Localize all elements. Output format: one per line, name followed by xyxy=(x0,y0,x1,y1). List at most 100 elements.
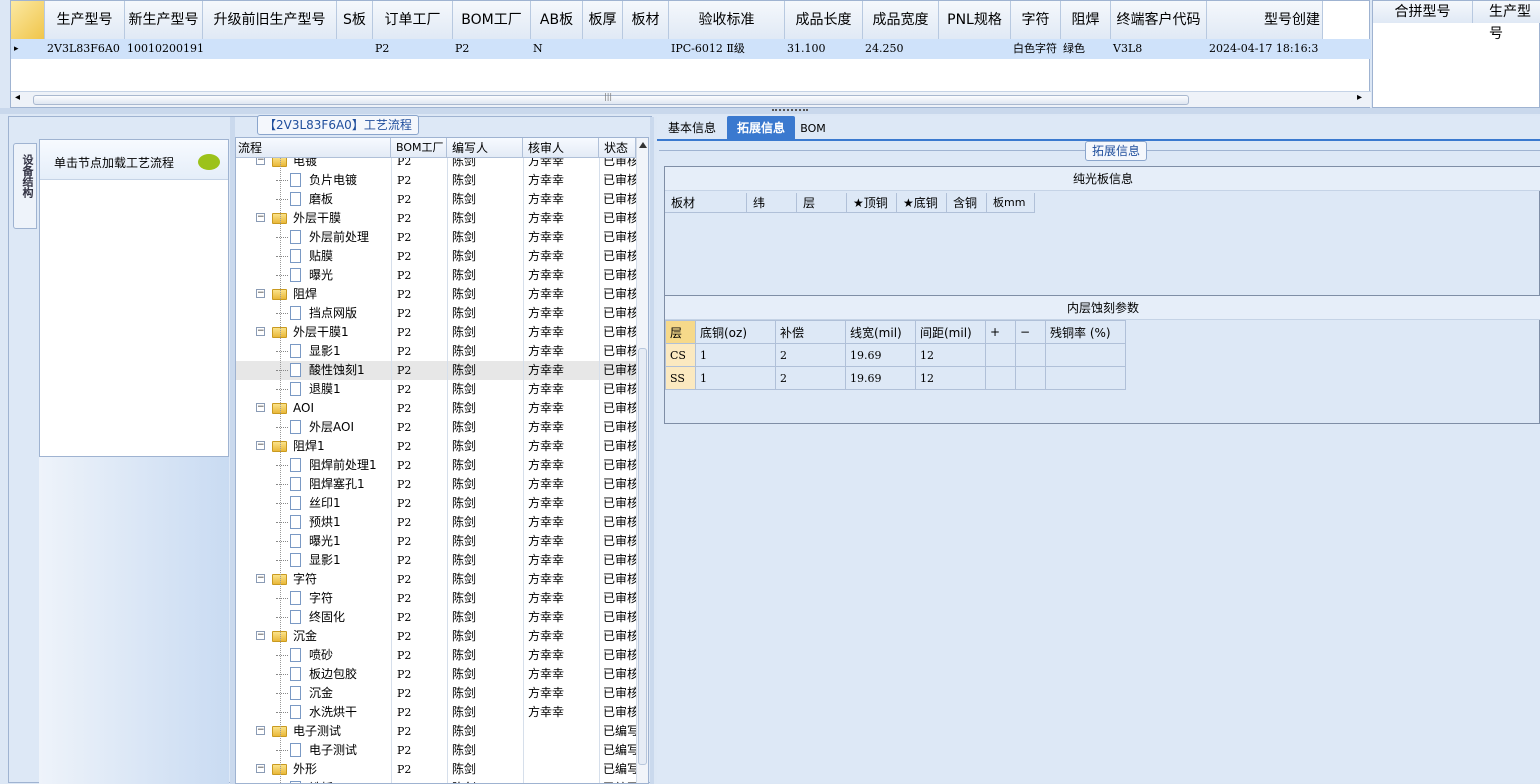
grid-cell-6[interactable]: N xyxy=(531,39,583,59)
collapse-toggle[interactable]: − xyxy=(256,631,265,640)
tree-row[interactable]: 显影1 P2 陈剑 方幸幸 已审核 xyxy=(236,551,636,570)
tree-header-4[interactable]: 状态 xyxy=(599,138,636,158)
grid-cell-8[interactable] xyxy=(623,39,669,59)
inner-cell-7[interactable] xyxy=(1045,343,1126,367)
inner-header-6[interactable]: − xyxy=(1015,320,1046,344)
grid-cell-12[interactable] xyxy=(939,39,1011,59)
grid-header-15[interactable]: 终端客户代码 xyxy=(1111,1,1207,39)
grid-cell-13[interactable]: 白色字符 xyxy=(1011,39,1061,59)
tree-row[interactable]: 喷砂 P2 陈剑 方幸幸 已审核 xyxy=(236,646,636,665)
grid-header-6[interactable]: AB板 xyxy=(531,1,583,39)
tree-vscroll[interactable] xyxy=(636,138,648,783)
tree-row[interactable]: 外层AOI P2 陈剑 方幸幸 已审核 xyxy=(236,418,636,437)
tree-row[interactable]: 终固化 P2 陈剑 方幸幸 已审核 xyxy=(236,608,636,627)
tree-row[interactable]: − 电子测试 P2 陈剑 已编写 xyxy=(236,722,636,741)
tree-row[interactable]: 挡点网版 P2 陈剑 方幸幸 已审核 xyxy=(236,304,636,323)
grid-header-12[interactable]: PNL规格 xyxy=(939,1,1011,39)
tree-row[interactable]: 沉金 P2 陈剑 方幸幸 已审核 xyxy=(236,684,636,703)
merge-header-1[interactable]: 生产型号 xyxy=(1473,1,1540,42)
grid-header-3[interactable]: S板 xyxy=(337,1,373,39)
tree-row[interactable]: − 外层干膜1 P2 陈剑 方幸幸 已审核 xyxy=(236,323,636,342)
tree-row[interactable]: 水洗烘干 P2 陈剑 方幸幸 已审核 xyxy=(236,703,636,722)
load-header[interactable]: 单击节点加载工艺流程 xyxy=(40,140,228,180)
grid-cell-3[interactable] xyxy=(337,39,373,59)
speech-bubble-icon[interactable] xyxy=(198,154,220,170)
inner-cell-4[interactable]: 12 xyxy=(915,366,986,390)
grid-header-13[interactable]: 字符 xyxy=(1011,1,1061,39)
grid-cell-15[interactable]: V3L8 xyxy=(1111,39,1207,59)
inner-cell-1[interactable]: 1 xyxy=(695,366,776,390)
grid-header-2[interactable]: 升级前旧生产型号 xyxy=(203,1,337,39)
collapse-toggle[interactable]: − xyxy=(256,574,265,583)
tab-1[interactable]: 拓展信息 xyxy=(727,116,795,141)
inner-cell-1[interactable]: 1 xyxy=(695,343,776,367)
tree-row[interactable]: 贴膜 P2 陈剑 方幸幸 已审核 xyxy=(236,247,636,266)
tree-row[interactable]: − AOI P2 陈剑 方幸幸 已审核 xyxy=(236,399,636,418)
grid-header-11[interactable]: 成品宽度 xyxy=(863,1,939,39)
grid-cell-0[interactable]: 2V3L83F6A0 xyxy=(45,39,125,59)
collapse-toggle[interactable]: − xyxy=(256,726,265,735)
tree-row[interactable]: − 外形 P2 陈剑 已编写 xyxy=(236,760,636,779)
tree-row[interactable]: 预烘1 P2 陈剑 方幸幸 已审核 xyxy=(236,513,636,532)
inner-cell-3[interactable]: 19.69 xyxy=(845,343,916,367)
collapse-toggle[interactable]: − xyxy=(256,158,265,165)
inner-row[interactable]: CS 1 2 19.69 12 xyxy=(665,343,1126,367)
grid-header-16[interactable]: 型号创建 xyxy=(1207,1,1323,39)
side-tab-equipment[interactable]: 设备结构 xyxy=(13,143,37,229)
inner-cell-2[interactable]: 2 xyxy=(775,366,846,390)
horizontal-scrollbar[interactable]: ◂ ||| ▸ xyxy=(11,91,1371,107)
tree-header-0[interactable]: 流程 xyxy=(236,138,391,158)
tree-row[interactable]: 铣板 P2 陈剑 已编写 xyxy=(236,779,636,783)
grid-cell-4[interactable]: P2 xyxy=(373,39,453,59)
inner-header-3[interactable]: 线宽(mil) xyxy=(845,320,916,344)
inner-header-0[interactable]: 层 xyxy=(665,320,696,344)
grid-cell-7[interactable] xyxy=(583,39,623,59)
plain-header-4[interactable]: ★底铜 xyxy=(897,193,947,213)
tree-row[interactable]: − 电镀 P2 陈剑 方幸幸 已审核 xyxy=(236,158,636,171)
collapse-toggle[interactable]: − xyxy=(256,764,265,773)
plain-header-0[interactable]: 板材 xyxy=(665,193,747,213)
tree-row[interactable]: 外层前处理 P2 陈剑 方幸幸 已审核 xyxy=(236,228,636,247)
tree-header-3[interactable]: 核审人 xyxy=(523,138,599,158)
grid-header-5[interactable]: BOM工厂 xyxy=(453,1,531,39)
tree-row[interactable]: 字符 P2 陈剑 方幸幸 已审核 xyxy=(236,589,636,608)
inner-cell-5[interactable] xyxy=(985,343,1016,367)
grid-header-0[interactable]: 生产型号 xyxy=(45,1,125,39)
inner-cell-6[interactable] xyxy=(1015,343,1046,367)
grid-header-9[interactable]: 验收标准 xyxy=(669,1,785,39)
tree-row[interactable]: 电子测试 P2 陈剑 已编写 xyxy=(236,741,636,760)
tree-row[interactable]: − 沉金 P2 陈剑 方幸幸 已审核 xyxy=(236,627,636,646)
tree-row[interactable]: 显影1 P2 陈剑 方幸幸 已审核 xyxy=(236,342,636,361)
inner-cell-0[interactable]: SS xyxy=(665,366,696,390)
tree-row[interactable]: 酸性蚀刻1 P2 陈剑 方幸幸 已审核 xyxy=(236,361,636,380)
tree-row[interactable]: − 外层干膜 P2 陈剑 方幸幸 已审核 xyxy=(236,209,636,228)
tree-row[interactable]: 负片电镀 P2 陈剑 方幸幸 已审核 xyxy=(236,171,636,190)
tree-row[interactable]: 磨板 P2 陈剑 方幸幸 已审核 xyxy=(236,190,636,209)
grid-header-1[interactable]: 新生产型号 xyxy=(125,1,203,39)
horizontal-splitter[interactable] xyxy=(0,108,1540,114)
collapse-toggle[interactable]: − xyxy=(256,441,265,450)
inner-row[interactable]: SS 1 2 19.69 12 xyxy=(665,366,1126,390)
grid-cell-11[interactable]: 24.250 xyxy=(863,39,939,59)
vertical-splitter-right[interactable] xyxy=(650,117,654,784)
tree-row[interactable]: 曝光1 P2 陈剑 方幸幸 已审核 xyxy=(236,532,636,551)
inner-header-1[interactable]: 底铜(oz) xyxy=(695,320,776,344)
grid-cell-10[interactable]: 31.100 xyxy=(785,39,863,59)
inner-cell-0[interactable]: CS xyxy=(665,343,696,367)
inner-cell-4[interactable]: 12 xyxy=(915,343,986,367)
grid-cell-5[interactable]: P2 xyxy=(453,39,531,59)
tree-scroll-thumb[interactable] xyxy=(638,348,647,765)
tree-row[interactable]: 曝光 P2 陈剑 方幸幸 已审核 xyxy=(236,266,636,285)
tree-header-1[interactable]: BOM工厂 xyxy=(391,138,447,158)
inner-cell-6[interactable] xyxy=(1015,366,1046,390)
grid-header-10[interactable]: 成品长度 xyxy=(785,1,863,39)
grid-cell-16[interactable]: 2024-04-17 18:16:3 xyxy=(1207,39,1323,59)
inner-cell-7[interactable] xyxy=(1045,366,1126,390)
tree-row[interactable]: − 阻焊 P2 陈剑 方幸幸 已审核 xyxy=(236,285,636,304)
tree-scroll-up[interactable] xyxy=(639,142,647,148)
grid-cell-14[interactable]: 绿色 xyxy=(1061,39,1111,59)
collapse-toggle[interactable]: − xyxy=(256,289,265,298)
scroll-left-arrow[interactable]: ◂ xyxy=(15,92,20,103)
inner-header-4[interactable]: 间距(mil) xyxy=(915,320,986,344)
grid-cell-9[interactable]: IPC-6012 Ⅱ级 xyxy=(669,39,785,59)
